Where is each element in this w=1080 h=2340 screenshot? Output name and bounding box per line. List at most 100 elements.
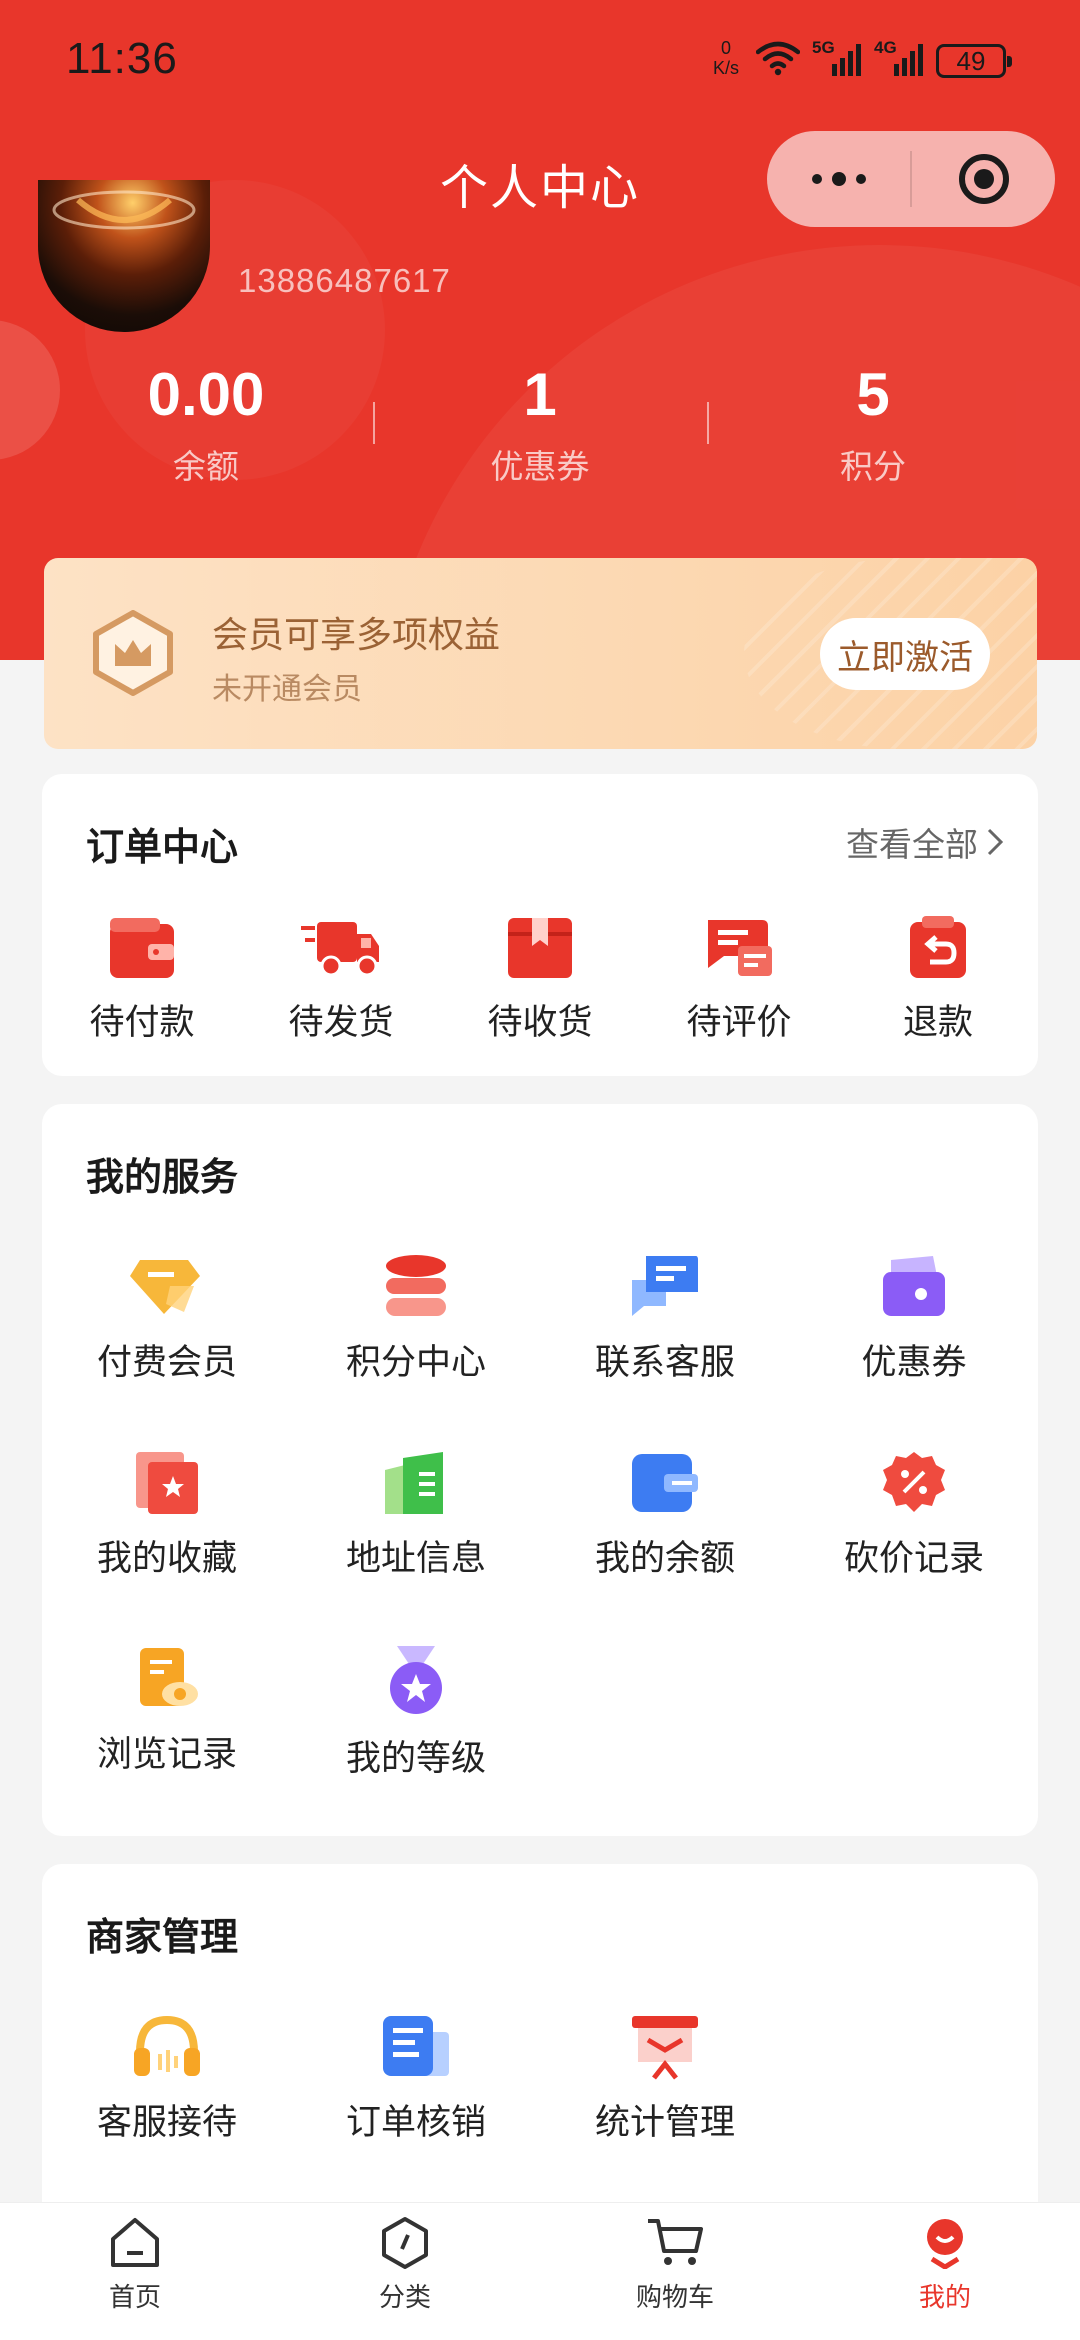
service-label: 浏览记录 (96, 1735, 237, 1775)
coupon-wallet-icon (883, 1256, 945, 1316)
order-verify-icon (383, 2016, 449, 2076)
headset-icon (134, 2015, 200, 2076)
merchant-customer-service[interactable]: 客服接待 (42, 2014, 292, 2145)
delivery-truck-icon (301, 922, 379, 977)
service-label: 优惠券 (861, 1343, 967, 1383)
section-title: 我的服务 (86, 1155, 239, 1199)
order-refund[interactable]: 退款 (838, 916, 1038, 1045)
order-pending-payment[interactable]: 待付款 (42, 916, 242, 1045)
stat-divider (373, 402, 375, 444)
close-target-icon (958, 154, 1009, 204)
section-title: 订单中心 (86, 825, 239, 869)
member-banner[interactable]: 会员可享多项权益 未开通会员 立即激活 (44, 558, 1037, 749)
review-chat-icon (708, 920, 772, 976)
tab-category[interactable]: 分类 (315, 2215, 495, 2314)
order-label: 待发货 (288, 1003, 394, 1043)
discount-badge-icon (883, 1452, 945, 1512)
home-icon (111, 2218, 159, 2267)
merchant-label: 订单核销 (345, 2103, 486, 2143)
merchant-management-card: 商家管理 客服接待 订单核销 统计管理 (42, 1864, 1038, 2224)
order-label: 待付款 (89, 1003, 195, 1043)
service-label: 积分中心 (345, 1343, 486, 1383)
service-label: 地址信息 (345, 1539, 486, 1579)
service-contact-support[interactable]: 联系客服 (540, 1254, 790, 1385)
crown-badge-icon (93, 610, 173, 696)
stat-coupons[interactable]: 1 优惠券 (390, 360, 690, 488)
package-box-icon (508, 918, 572, 978)
level-medal-icon (390, 1646, 442, 1714)
status-bar: 11:36 0 K/s 5G 4G 49 (0, 0, 1080, 120)
vip-diamond-icon (130, 1260, 200, 1314)
merchant-statistics[interactable]: 统计管理 (540, 2014, 790, 2145)
stat-label: 积分 (840, 447, 906, 486)
mini-program-capsule (767, 131, 1055, 227)
order-pending-receipt[interactable]: 待收货 (440, 916, 640, 1045)
more-button[interactable] (767, 131, 910, 227)
service-coupons[interactable]: 优惠券 (789, 1254, 1039, 1385)
service-favorites[interactable]: 我的收藏 (42, 1450, 292, 1581)
profile-icon (927, 2219, 963, 2270)
statistics-board-icon (632, 2016, 698, 2080)
order-pending-review[interactable]: 待评价 (639, 916, 839, 1045)
service-bargain-records[interactable]: 砍价记录 (789, 1450, 1039, 1581)
order-center-card: 订单中心 查看全部 待付款 待发货 待收货 待评价 退款 (42, 774, 1038, 1076)
order-label: 待收货 (487, 1003, 593, 1043)
network-speed: 0 K/s (712, 38, 739, 78)
more-dots-icon (811, 172, 866, 186)
merchant-label: 客服接待 (96, 2103, 237, 2143)
order-label: 退款 (902, 1003, 973, 1043)
service-label: 我的等级 (345, 1739, 486, 1779)
member-subtitle: 未开通会员 (212, 672, 362, 707)
signal-strength-icon (894, 44, 923, 76)
view-all-orders-link[interactable]: 查看全部 (846, 818, 1004, 866)
stat-divider (707, 402, 709, 444)
service-my-level[interactable]: 我的等级 (291, 1646, 541, 1781)
stat-label: 余额 (173, 447, 239, 486)
service-balance[interactable]: 我的余额 (540, 1450, 790, 1581)
service-label: 我的余额 (594, 1539, 735, 1579)
chevron-right-icon (987, 828, 1004, 856)
service-points-center[interactable]: 积分中心 (291, 1254, 541, 1385)
bottom-tab-bar: 首页 分类 购物车 我的 (0, 2202, 1080, 2340)
user-phone: 13886487617 (238, 262, 451, 299)
service-label: 砍价记录 (843, 1539, 984, 1579)
stat-value: 0.00 (147, 361, 265, 428)
tab-profile[interactable]: 我的 (855, 2215, 1035, 2314)
section-title: 商家管理 (86, 1915, 239, 1959)
address-book-icon (385, 1452, 443, 1514)
status-time: 11:36 (66, 34, 178, 83)
activate-button[interactable]: 立即激活 (820, 618, 990, 690)
close-button[interactable] (912, 131, 1055, 227)
stat-balance[interactable]: 0.00 余额 (56, 360, 356, 488)
battery-indicator: 49 (936, 44, 1012, 78)
tab-cart[interactable]: 购物车 (585, 2215, 765, 2314)
stat-value: 1 (523, 361, 557, 428)
merchant-order-verification[interactable]: 订单核销 (291, 2014, 541, 2145)
service-browse-history[interactable]: 浏览记录 (42, 1646, 292, 1777)
header-decoration (0, 320, 60, 460)
tab-label: 首页 (108, 2283, 161, 2313)
service-label: 联系客服 (594, 1343, 735, 1383)
service-label: 我的收藏 (96, 1539, 237, 1579)
stat-value: 5 (856, 361, 890, 428)
chat-bubble-icon (632, 1256, 698, 1316)
member-title: 会员可享多项权益 (212, 615, 501, 656)
my-services-card: 我的服务 付费会员 积分中心 联系客服 优惠券 我的收藏 地址信息 我的余额 砍… (42, 1104, 1038, 1836)
stat-label: 优惠券 (490, 447, 590, 486)
order-pending-shipment[interactable]: 待发货 (241, 916, 441, 1045)
tab-label: 我的 (918, 2283, 971, 2313)
coin-stack-icon (386, 1255, 446, 1316)
cart-icon (648, 2219, 703, 2265)
service-address[interactable]: 地址信息 (291, 1450, 541, 1581)
tab-home[interactable]: 首页 (45, 2215, 225, 2314)
service-label: 付费会员 (96, 1343, 237, 1383)
category-icon (382, 2217, 428, 2269)
stat-points[interactable]: 5 积分 (723, 360, 1023, 488)
wifi-icon (756, 41, 800, 76)
service-paid-membership[interactable]: 付费会员 (42, 1254, 292, 1385)
refund-icon (910, 916, 966, 978)
view-all-label: 查看全部 (846, 825, 978, 864)
merchant-label: 统计管理 (594, 2103, 735, 2143)
order-label: 待评价 (686, 1003, 792, 1043)
tab-label: 购物车 (635, 2283, 714, 2313)
